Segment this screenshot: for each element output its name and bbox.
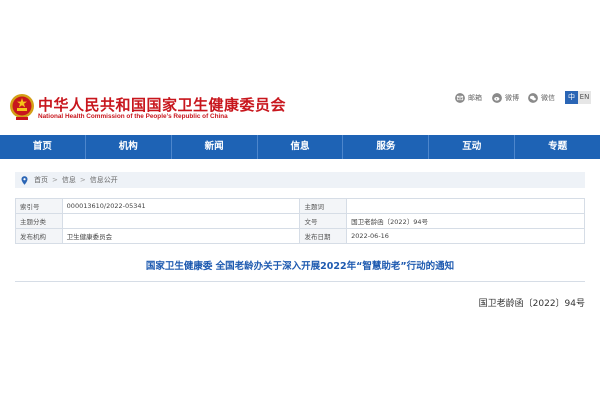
lang-en-button[interactable]: EN bbox=[578, 91, 591, 104]
index-number-label: 索引号 bbox=[15, 198, 63, 214]
table-row: 主题分类 文号 国卫老龄函〔2022〕94号 bbox=[15, 213, 585, 229]
site-title[interactable]: 中华人民共和国国家卫生健康委员会 bbox=[38, 94, 286, 115]
share-mail-label: 邮箱 bbox=[468, 94, 482, 102]
breadcrumb-separator: > bbox=[79, 176, 86, 184]
document-title: 国家卫生健康委 全国老龄办关于深入开展2022年“智慧助老”行动的通知 bbox=[145, 261, 455, 272]
share-weibo-label: 微博 bbox=[505, 94, 519, 102]
subject-terms-value bbox=[346, 198, 585, 214]
nav-item-topics[interactable]: 专题 bbox=[515, 135, 600, 159]
breadcrumb-home-link[interactable]: 首页 bbox=[34, 172, 48, 188]
share-mail-link[interactable]: 邮箱 bbox=[455, 92, 482, 104]
nav-item-interaction[interactable]: 互动 bbox=[429, 135, 516, 159]
document-info-table: 索引号 000013610/2022-05341 主题词 主题分类 文号 国卫老… bbox=[15, 198, 585, 244]
mail-icon bbox=[455, 93, 465, 103]
site-header: 中华人民共和国国家卫生健康委员会 National Health Commiss… bbox=[0, 0, 600, 135]
table-row: 索引号 000013610/2022-05341 主题词 bbox=[15, 198, 585, 214]
issuing-agency-value: 卫生健康委员会 bbox=[61, 228, 301, 244]
national-emblem-icon[interactable] bbox=[8, 92, 36, 122]
breadcrumb-disclosure-link[interactable]: 信息公开 bbox=[90, 172, 118, 188]
issuing-agency-label: 发布机构 bbox=[15, 228, 63, 244]
document-number-value: 国卫老龄函〔2022〕94号 bbox=[346, 213, 585, 229]
publish-date-value: 2022-06-16 bbox=[346, 228, 585, 244]
breadcrumb-info-link[interactable]: 信息 bbox=[62, 172, 76, 188]
publish-date-label: 发布日期 bbox=[299, 228, 348, 244]
weibo-icon bbox=[492, 93, 502, 103]
location-pin-icon bbox=[21, 175, 28, 185]
main-nav: 首页 机构 新闻 信息 服务 互动 专题 bbox=[0, 135, 600, 159]
nav-item-services[interactable]: 服务 bbox=[343, 135, 430, 159]
wechat-icon bbox=[528, 93, 538, 103]
share-wechat-link[interactable]: 微信 bbox=[528, 92, 555, 104]
topic-category-value bbox=[61, 213, 301, 229]
divider bbox=[15, 281, 585, 282]
share-wechat-label: 微信 bbox=[541, 94, 555, 102]
nav-item-news[interactable]: 新闻 bbox=[172, 135, 258, 159]
topic-category-label: 主题分类 bbox=[15, 213, 63, 229]
table-row: 发布机构 卫生健康委员会 发布日期 2022-06-16 bbox=[15, 228, 585, 244]
lang-zh-button[interactable]: 中 bbox=[565, 91, 578, 104]
document-number-label: 文号 bbox=[299, 213, 348, 229]
share-weibo-link[interactable]: 微博 bbox=[492, 92, 519, 104]
nav-item-information[interactable]: 信息 bbox=[258, 135, 344, 159]
nav-item-home[interactable]: 首页 bbox=[0, 135, 86, 159]
site-title-en: National Health Commission of the People… bbox=[38, 113, 228, 120]
language-switcher: 中 EN bbox=[565, 91, 591, 104]
nav-item-institutions[interactable]: 机构 bbox=[86, 135, 172, 159]
index-number-value: 000013610/2022-05341 bbox=[61, 198, 301, 214]
breadcrumb: 首页 > 信息 > 信息公开 bbox=[15, 172, 585, 188]
breadcrumb-separator: > bbox=[52, 176, 58, 184]
subject-terms-label: 主题词 bbox=[299, 198, 348, 214]
document-number: 国卫老龄函〔2022〕94号 bbox=[478, 299, 585, 309]
